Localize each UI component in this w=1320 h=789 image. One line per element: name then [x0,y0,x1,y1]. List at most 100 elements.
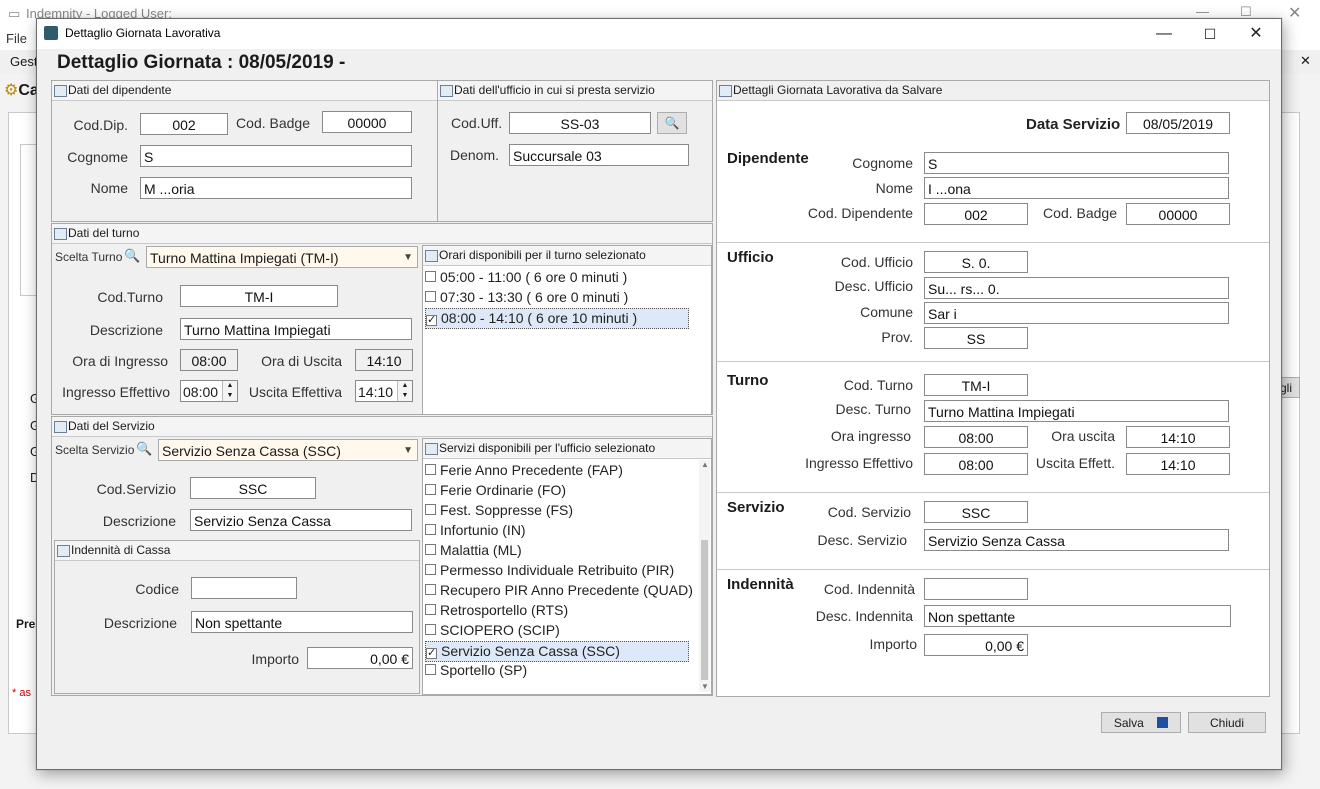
checkbox-icon[interactable] [425,524,436,535]
scroll-thumb[interactable] [701,540,708,680]
service-item[interactable]: Retrosportello (RTS) [425,601,687,620]
sum-desc-uff-label: Desc. Ufficio [834,278,913,294]
hours-item[interactable]: ✓ 08:00 - 14:10 ( 6 ore 10 minuti ) [425,308,689,329]
close-icon[interactable]: ✕ [1233,19,1279,49]
maximize-icon[interactable]: ☐ [1187,19,1233,49]
bg-tab-close-icon[interactable]: ✕ [1300,53,1311,69]
sum-ing-eff-label: Ingresso Effettivo [805,455,913,471]
checkbox-icon[interactable] [425,584,436,595]
sum-prov-field: SS [924,327,1028,349]
checkbox-icon[interactable] [425,604,436,615]
sum-comune-field: Sar i [924,302,1229,324]
close-button[interactable]: Chiudi [1188,712,1266,733]
cod-dip-field[interactable]: 002 [140,113,228,135]
nome-label: Nome [90,180,128,196]
sum-cod-turno-label: Cod. Turno [843,377,913,393]
uscita-effettiva-label: Uscita Effettiva [248,384,342,400]
stepper-arrows-icon[interactable]: ▲ ▼ [222,381,237,401]
checkbox-icon[interactable] [425,484,436,495]
bg-minimize-icon[interactable]: — [1196,4,1209,19]
minimize-icon[interactable]: — [1141,19,1187,49]
desc-servizio-field[interactable]: Servizio Senza Cassa [190,509,412,531]
service-item[interactable]: SCIOPERO (SCIP) [425,621,687,640]
sum-cod-ind-field [924,578,1028,600]
floppy-disk-icon [1157,717,1169,728]
shift-select[interactable]: Turno Mattina Impiegati (TM-I) ▼ [146,246,418,268]
data-servizio-field: 08/05/2019 [1126,112,1230,134]
stepper-arrows-icon[interactable]: ▲ ▼ [397,381,412,401]
checkbox-icon[interactable] [425,291,436,302]
bg-prev-label: Pre [16,617,36,631]
service-item[interactable]: Sportello (SP) [425,661,687,680]
services-scrollbar[interactable]: ▲ ▼ [699,460,710,692]
nome-field[interactable]: M ...oria [140,177,412,199]
services-list-header: Servizi disponibili per l'ufficio selezi… [423,439,711,459]
checkbox-icon[interactable] [425,624,436,635]
hours-item[interactable]: 07:30 - 13:30 ( 6 ore 0 minuti ) [425,288,687,307]
checkbox-checked-icon[interactable]: ✓ [426,315,437,326]
ingresso-effettivo-stepper[interactable]: 08:00 ▲ ▼ [180,380,238,402]
cod-servizio-field[interactable]: SSC [190,477,316,499]
chevron-down-icon: ▼ [403,445,413,456]
indennita-section: Indennità [727,576,794,593]
service-item-label: Ferie Anno Precedente (FAP) [440,462,623,478]
scelta-turno-label: Scelta Turno [55,250,123,264]
uscita-effettiva-stepper[interactable]: 14:10 ▲ ▼ [355,380,413,402]
service-item[interactable]: Ferie Anno Precedente (FAP) [425,461,687,480]
service-item[interactable]: Malattia (ML) [425,541,687,560]
bg-tab[interactable]: Gest [10,54,37,69]
bg-close-icon[interactable]: ✕ [1288,3,1301,23]
search-office-button[interactable]: 🔍 [657,112,687,134]
desc-indennita-field[interactable]: Non spettante [191,611,413,633]
services-list-panel: Servizi disponibili per l'ufficio selezi… [422,438,712,695]
cod-turno-field[interactable]: TM-I [180,285,338,307]
checkbox-icon[interactable] [425,544,436,555]
save-button[interactable]: Salva [1101,712,1181,733]
codice-label: Codice [135,581,179,597]
service-item[interactable]: Ferie Ordinarie (FO) [425,481,687,500]
scroll-down-icon[interactable]: ▼ [701,682,709,691]
cod-servizio-label: Cod.Servizio [96,481,176,497]
cod-badge-field[interactable]: 00000 [322,111,412,133]
cod-dip-label: Cod.Dip. [73,117,128,133]
importo-field[interactable]: 0,00 € [307,647,413,669]
sum-cod-uff-label: Cod. Ufficio [840,254,913,270]
office-panel-header: Dati dell'ufficio in cui si presta servi… [438,81,712,101]
service-item[interactable]: Recupero PIR Anno Precedente (QUAD) [425,581,693,600]
hours-item[interactable]: 05:00 - 11:00 ( 6 ore 0 minuti ) [425,268,687,287]
checkbox-icon[interactable] [425,271,436,282]
importo-label: Importo [251,651,299,667]
checkbox-icon[interactable] [425,464,436,475]
service-item-label: Servizio Senza Cassa (SSC) [441,643,620,659]
search-service-icon[interactable]: 🔍 [136,441,152,457]
app-icon: ▭ [8,6,21,21]
scroll-up-icon[interactable]: ▲ [701,460,709,469]
office-icon [440,85,453,97]
scelta-servizio-label: Scelta Servizio [55,443,135,457]
denom-field[interactable]: Succursale 03 [509,144,689,166]
search-shift-icon[interactable]: 🔍 [124,248,140,264]
sum-prov-label: Prov. [881,329,913,345]
checkbox-icon[interactable] [425,504,436,515]
menu-file[interactable]: File [6,31,27,46]
sum-cod-turno-field: TM-I [924,374,1028,396]
service-item-label: Malattia (ML) [440,542,522,558]
service-item[interactable]: ✓ Servizio Senza Cassa (SSC) [425,641,689,662]
service-item[interactable]: Permesso Individuale Retribuito (PIR) [425,561,687,580]
sum-desc-turno-field: Turno Mattina Impiegati [924,400,1229,422]
desc-turno-field[interactable]: Turno Mattina Impiegati [180,318,412,340]
checkbox-icon[interactable] [425,664,436,675]
ingresso-effettivo-label: Ingresso Effettivo [62,384,170,400]
detail-dialog: Dettaglio Giornata Lavorativa — ☐ ✕ Dett… [36,18,1282,770]
cod-uff-field[interactable]: SS-03 [509,112,651,134]
codice-field[interactable] [191,577,297,599]
service-select[interactable]: Servizio Senza Cassa (SSC) ▼ [158,439,418,461]
service-item[interactable]: Infortunio (IN) [425,521,687,540]
service-item[interactable]: Fest. Soppresse (FS) [425,501,687,520]
checkbox-icon[interactable] [425,564,436,575]
ora-ingresso-field: 08:00 [180,349,238,371]
cognome-field[interactable]: S [140,145,412,167]
checkbox-checked-icon[interactable]: ✓ [426,648,437,659]
sum-desc-uff-field: Su... rs... 0. [924,277,1229,299]
service-icon [54,421,67,433]
